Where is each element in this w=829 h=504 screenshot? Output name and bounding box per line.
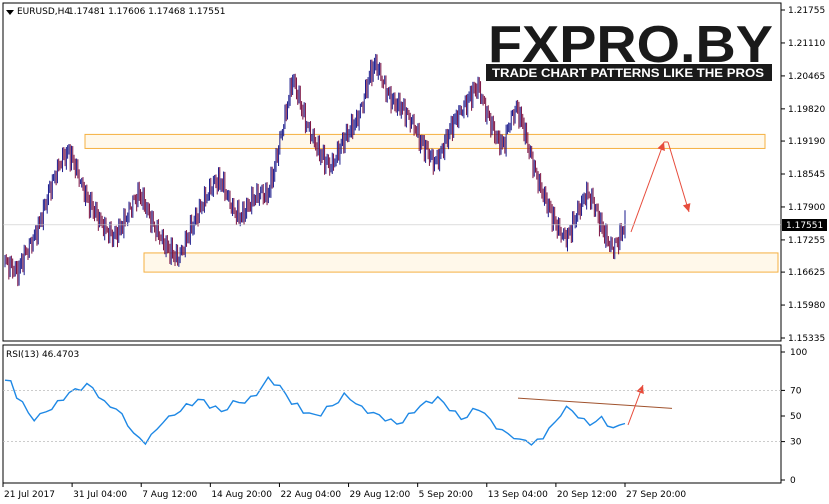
time-tick-label: 7 Aug 12:00 <box>142 490 197 500</box>
fxpro-logo: FXPRO.BY TRADE CHART PATTERNS LIKE THE P… <box>486 16 773 81</box>
time-tick-label: 20 Sep 12:00 <box>557 490 617 500</box>
support-zone <box>143 252 779 273</box>
rsi-tick-label: 0 <box>790 476 796 486</box>
current-price-tag: 1.17551 <box>786 221 823 231</box>
rsi-label: RSI(13) 46.4703 <box>6 350 79 360</box>
ohlc-label: 1.17481 1.17606 1.17468 1.17551 <box>68 7 225 17</box>
rsi-tick-label: 70 <box>790 386 802 396</box>
price-tick-label: 1.19820 <box>788 105 825 115</box>
time-tick-label: 14 Aug 20:00 <box>211 490 272 500</box>
time-tick-label: 29 Aug 12:00 <box>350 490 411 500</box>
time-tick-label: 27 Sep 20:00 <box>626 490 686 500</box>
rsi-tick-label: 30 <box>790 438 802 448</box>
logo-tagline: TRADE CHART PATTERNS LIKE THE PROS <box>492 66 764 80</box>
time-tick-label: 22 Aug 04:00 <box>280 490 341 500</box>
price-tick-label: 1.15335 <box>788 334 825 344</box>
time-tick-label: 21 Jul 2017 <box>4 490 55 500</box>
price-tick-label: 1.19190 <box>788 137 825 147</box>
price-tick-label: 1.15980 <box>788 301 825 311</box>
price-tick-label: 1.20465 <box>788 72 825 82</box>
time-tick-label: 5 Sep 20:00 <box>419 490 474 500</box>
chart-canvas: EURUSD,H4 1.17481 1.17606 1.17468 1.1755… <box>0 0 829 504</box>
symbol-label: EURUSD,H4 <box>17 7 70 17</box>
rsi-tick-label: 50 <box>790 412 802 422</box>
price-tick-label: 1.17900 <box>788 203 825 213</box>
time-tick-label: 31 Jul 04:00 <box>73 490 127 500</box>
rsi-tick-label: 100 <box>790 348 807 358</box>
price-tick-label: 1.17255 <box>788 236 825 246</box>
time-tick-label: 13 Sep 04:00 <box>488 490 548 500</box>
price-tick-label: 1.18545 <box>788 170 825 180</box>
price-tick-label: 1.21110 <box>788 39 825 49</box>
price-tick-label: 1.21755 <box>788 6 825 16</box>
price-tick-label: 1.16625 <box>788 268 825 278</box>
chart-window: EURUSD,H4 1.17481 1.17606 1.17468 1.1755… <box>0 0 829 504</box>
